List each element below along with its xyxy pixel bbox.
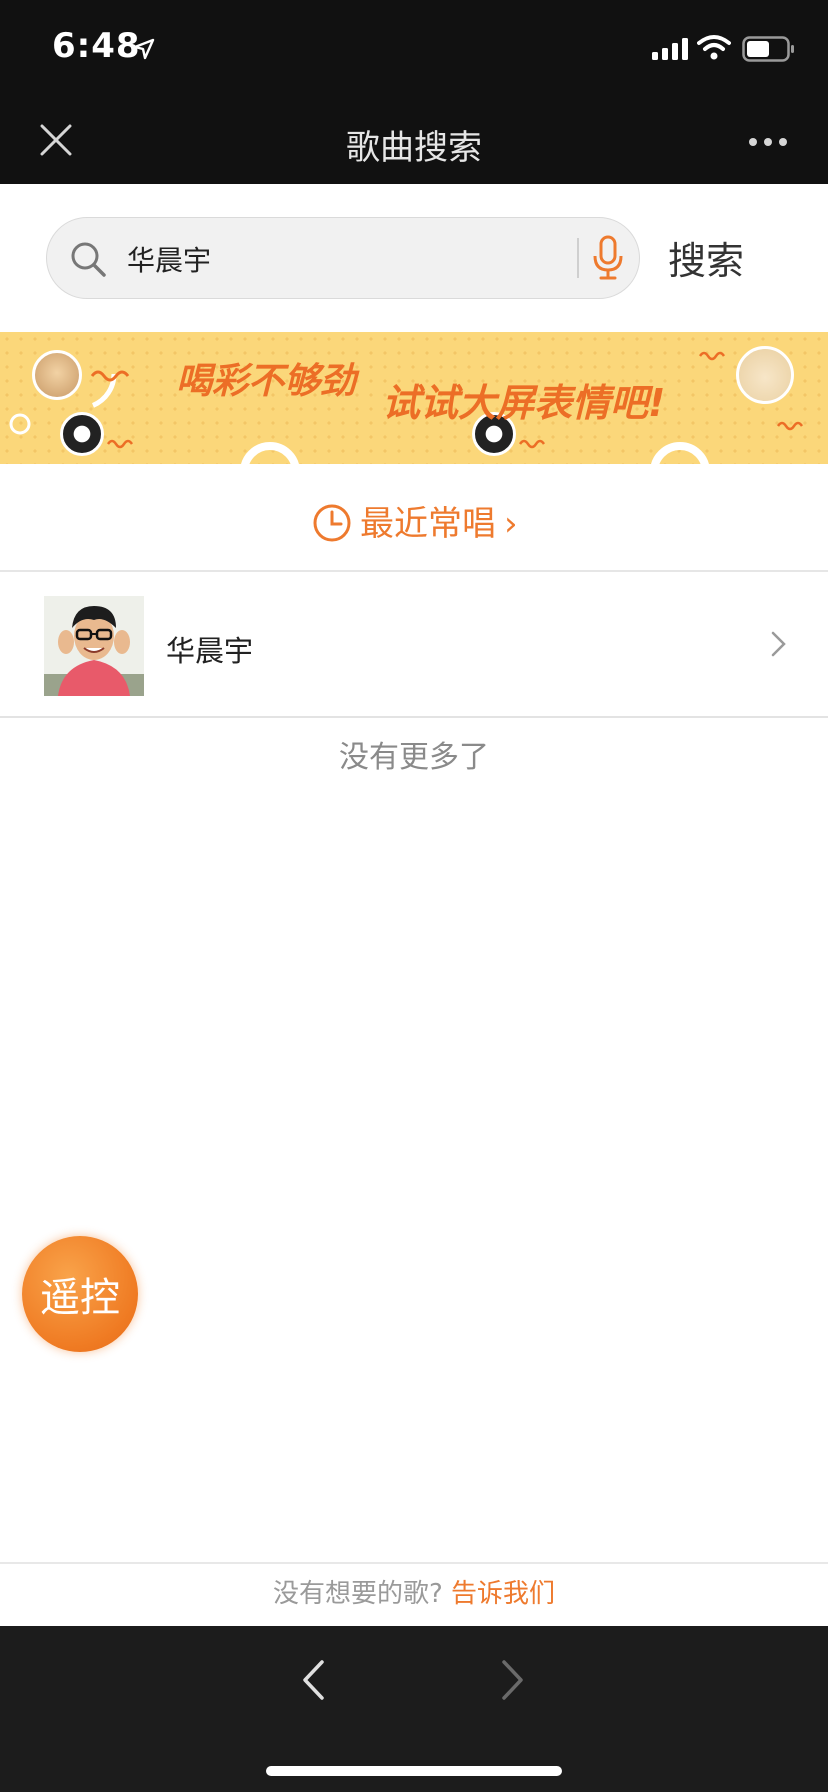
recent-section: 最近常唱 › <box>0 464 828 572</box>
search-button[interactable]: 搜索 <box>668 230 744 285</box>
banner-text-1: 喝彩不够劲 <box>176 361 357 402</box>
battery-icon <box>742 36 794 62</box>
wifi-icon <box>697 35 731 60</box>
singer-photo-icon <box>44 596 144 696</box>
clock-icon <box>313 504 351 542</box>
list-end-text: 没有更多了 <box>339 740 489 775</box>
forward-arrow-icon[interactable] <box>500 1658 526 1702</box>
search-input[interactable] <box>125 232 609 286</box>
promo-banner[interactable]: 喝彩不够劲 试试大屏表情吧! <box>0 332 828 464</box>
search-icon <box>71 242 106 277</box>
page-title: 歌曲搜索 <box>346 128 482 168</box>
remote-control-button[interactable]: 遥控 <box>22 1236 138 1352</box>
recent-arrow: › <box>504 504 518 544</box>
sticker-face-icon <box>60 412 104 456</box>
microphone-icon[interactable] <box>592 234 624 282</box>
feedback-question: 没有想要的歌? <box>272 1579 443 1609</box>
status-time: 6:48 <box>52 26 141 66</box>
chevron-right-icon <box>771 631 786 657</box>
recent-button[interactable]: 最近常唱 › <box>312 496 518 545</box>
search-divider <box>577 238 579 278</box>
bottom-toolbar <box>0 1626 828 1792</box>
sticker-face-icon <box>32 350 82 400</box>
back-arrow-icon[interactable] <box>300 1658 326 1702</box>
home-indicator[interactable] <box>266 1766 562 1776</box>
cellular-signal-icon <box>652 38 688 60</box>
remote-control-label: 遥控 <box>40 1275 120 1321</box>
search-box <box>46 217 640 299</box>
avatar <box>44 596 144 696</box>
feedback-bar: 没有想要的歌? 告诉我们 <box>0 1562 828 1626</box>
singer-name: 华晨宇 <box>166 634 254 668</box>
nav-bar: 歌曲搜索 <box>0 100 828 184</box>
feedback-link[interactable]: 告诉我们 <box>451 1579 555 1609</box>
status-bar: 6:48 <box>0 0 828 100</box>
more-options-icon[interactable] <box>748 136 788 148</box>
recent-label: 最近常唱 <box>360 504 496 544</box>
location-arrow-icon <box>133 38 155 60</box>
list-item[interactable]: 华晨宇 <box>0 572 828 718</box>
sticker-face-icon <box>736 346 794 404</box>
banner-text-2: 试试大屏表情吧! <box>382 381 666 425</box>
